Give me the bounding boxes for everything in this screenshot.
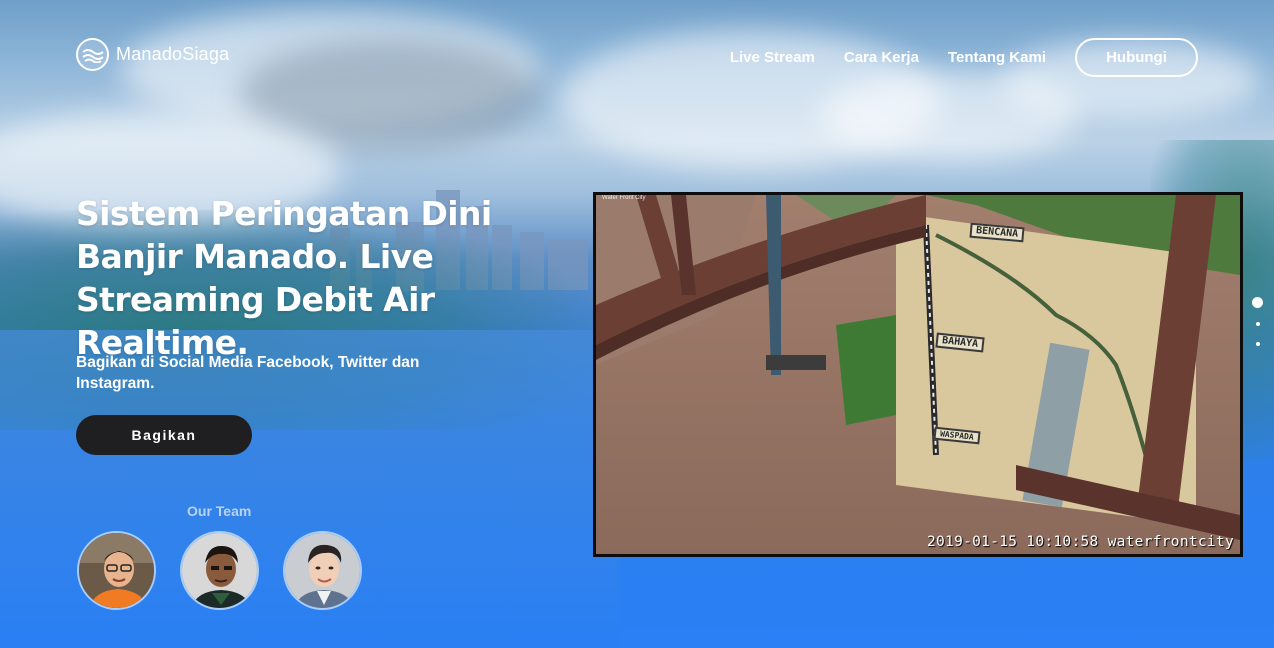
water-waves-icon [76,38,109,71]
stream-timestamp: 2019-01-15 10:10:58 waterfrontcity [926,534,1234,550]
camera-name: Water Front City [602,195,646,201]
contact-button[interactable]: Hubungi [1075,38,1198,77]
nav-link-tentang-kami[interactable]: Tentang Kami [948,49,1046,66]
nav-link-live-stream[interactable]: Live Stream [730,49,815,66]
team-member-avatar[interactable] [180,531,259,610]
hero-subtitle: Bagikan di Social Media Facebook, Twitte… [76,354,420,392]
hero-title: Sistem Peringatan Dini Banjir Manado. Li… [76,194,492,362]
share-button[interactable]: Bagikan [76,415,252,455]
live-stream-video[interactable]: Water Front City BENCANA BAHAYA WASPADA … [593,192,1243,557]
brand-logo[interactable]: ManadoSiaga [76,38,229,71]
slider-dot[interactable] [1256,322,1260,326]
nav-link-cara-kerja[interactable]: Cara Kerja [844,49,919,66]
top-navigation: Live Stream Cara Kerja Tentang Kami Hubu… [730,38,1198,77]
team-member-avatar[interactable] [283,531,362,610]
team-label: Our Team [187,503,252,519]
brand-name: ManadoSiaga [116,44,230,64]
team-member-avatar[interactable] [77,531,156,610]
slider-dot[interactable] [1256,342,1260,346]
river-camera-frame [596,195,1240,554]
slider-dot-active[interactable] [1252,297,1263,308]
